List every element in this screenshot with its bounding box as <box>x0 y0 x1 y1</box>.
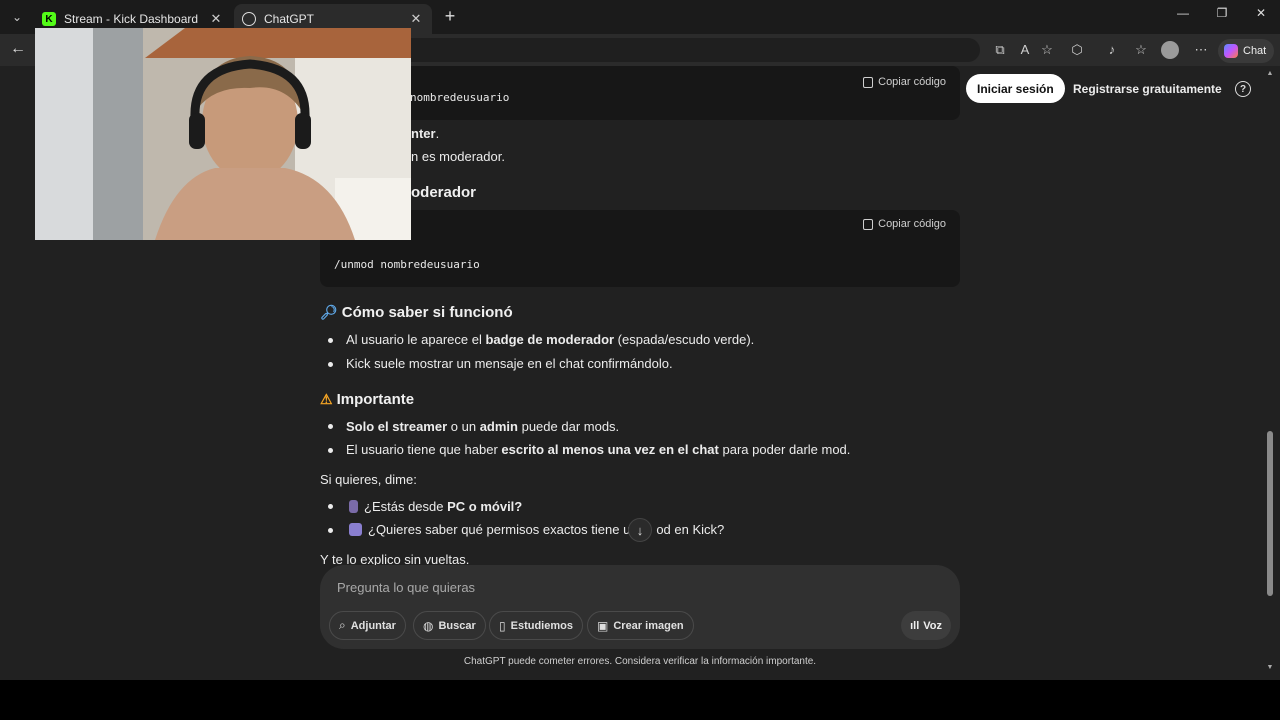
tab-title: ChatGPT <box>264 12 315 26</box>
bullet <box>328 448 333 453</box>
new-tab-button[interactable]: + <box>440 6 460 28</box>
window-close-button[interactable]: ✕ <box>1246 6 1276 26</box>
instruction-line: n es moderador. <box>411 149 505 164</box>
kick-icon: K <box>42 12 56 26</box>
phone-icon <box>349 500 358 513</box>
code-block: Copiar código nombredeusuario <box>320 66 960 120</box>
list-item: El usuario tiene que haber escrito al me… <box>346 442 851 457</box>
performance-icon[interactable]: ♪ <box>1103 42 1121 60</box>
scroll-to-bottom-button[interactable]: ↓ <box>628 518 652 542</box>
address-bar[interactable] <box>400 38 980 62</box>
scrollbar-thumb[interactable] <box>1267 431 1273 596</box>
copy-code-button[interactable]: Copiar código <box>863 218 946 230</box>
list-item: Solo el streamer o un admin puede dar mo… <box>346 419 620 434</box>
bullet <box>328 504 333 509</box>
copy-icon <box>863 76 874 88</box>
list-item: ¿Quieres saber qué permisos exactos tien… <box>349 522 724 537</box>
warning-icon: ⚠ <box>320 391 333 407</box>
favorites-icon[interactable]: ☆ <box>1132 42 1150 60</box>
message-composer[interactable]: Pregunta lo que quieras ⌕ Adjuntar ◍ Busca… <box>320 565 960 649</box>
openai-icon <box>242 12 256 26</box>
paperclip-icon: ⌕ <box>339 618 346 632</box>
restore-button[interactable]: ❐ <box>1207 6 1237 26</box>
webcam-overlay <box>35 28 411 240</box>
extensions-icon[interactable]: ⬡ <box>1068 42 1086 60</box>
book-icon: ▯ <box>499 618 506 633</box>
search-button[interactable]: ◍ Buscar <box>413 611 486 640</box>
copilot-icon <box>1224 44 1238 58</box>
back-button[interactable]: ← <box>8 40 28 60</box>
minimize-button[interactable]: — <box>1168 6 1198 26</box>
translate-icon[interactable]: ⧉ <box>991 42 1009 60</box>
login-button[interactable]: Iniciar sesión <box>966 74 1065 103</box>
study-button[interactable]: ▯ Estudiemos <box>489 611 583 640</box>
page-scrollbar[interactable]: ▲ ▼ <box>1266 66 1274 680</box>
voice-waveform-icon: ıll <box>910 619 920 632</box>
webcam-image <box>35 28 411 240</box>
paragraph: Si quieres, dime: <box>320 472 417 487</box>
more-menu-icon[interactable]: ⋯ <box>1192 42 1210 60</box>
create-image-button[interactable]: ▣ Crear imagen <box>587 611 694 640</box>
magnifier-icon: 🔎︎ <box>320 304 338 320</box>
taskbar <box>0 680 1280 720</box>
copy-icon <box>863 218 874 230</box>
tab-title: Stream - Kick Dashboard <box>64 12 199 26</box>
tab-list-menu-button[interactable]: ⌄ <box>6 6 28 28</box>
scroll-down-arrow-icon[interactable]: ▼ <box>1266 664 1274 671</box>
read-aloud-icon[interactable]: A <box>1016 42 1034 60</box>
list-item: Al usuario le aparece el badge de modera… <box>346 332 755 347</box>
close-icon[interactable]: ✕ <box>408 11 424 27</box>
close-icon[interactable]: ✕ <box>208 11 224 27</box>
copy-code-label: Copiar código <box>878 76 946 88</box>
code-text: nombredeusuario <box>410 91 510 104</box>
code-text: /unmod nombredeusuario <box>334 258 480 271</box>
copilot-label: Chat <box>1243 45 1267 57</box>
profile-avatar[interactable] <box>1161 41 1179 59</box>
scroll-up-arrow-icon[interactable]: ▲ <box>1266 70 1274 77</box>
instruction-line: nter. <box>411 126 440 141</box>
section-heading: oderador <box>411 184 477 201</box>
section-heading: ⚠ Importante <box>320 391 415 408</box>
list-item: ¿Estás desde PC o móvil? <box>349 499 522 514</box>
copy-code-button[interactable]: Copiar código <box>863 76 946 88</box>
copy-code-label: Copiar código <box>878 218 946 230</box>
keypad-icon <box>349 523 362 536</box>
favorite-star-icon[interactable]: ☆ <box>1038 42 1056 60</box>
disclaimer: ChatGPT puede cometer errores. Considera… <box>463 656 817 667</box>
bullet <box>328 528 333 533</box>
prompt-input[interactable]: Pregunta lo que quieras <box>337 580 475 595</box>
globe-icon: ◍ <box>423 618 434 633</box>
list-item: Kick suele mostrar un mensaje en el chat… <box>346 356 673 371</box>
voice-button[interactable]: ıll Voz <box>901 611 951 640</box>
section-heading: 🔎︎ Cómo saber si funcionó <box>320 304 513 321</box>
bullet <box>328 424 333 429</box>
signup-button[interactable]: Registrarse gratuitamente <box>1062 74 1233 103</box>
image-icon: ▣ <box>597 618 609 633</box>
code-block: Copiar código /unmod nombredeusuario <box>320 210 960 287</box>
attach-button[interactable]: ⌕ Adjuntar <box>329 611 406 640</box>
bullet <box>328 362 333 367</box>
help-icon[interactable]: ? <box>1235 81 1251 97</box>
bullet <box>328 338 333 343</box>
copilot-chat-button[interactable]: Chat <box>1218 39 1274 63</box>
